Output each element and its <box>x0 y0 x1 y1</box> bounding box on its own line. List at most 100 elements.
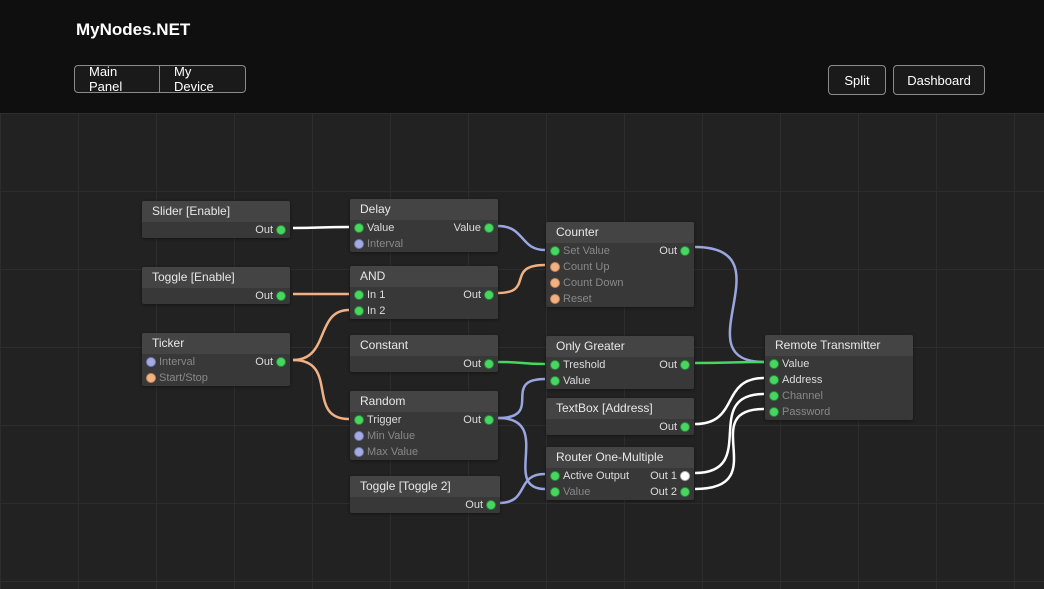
node-only-greater[interactable]: Only Greater Treshold Out Value <box>546 336 694 389</box>
port-label-reset: Reset <box>563 291 592 307</box>
port-label-in1: In 1 <box>367 287 385 303</box>
dashboard-button[interactable]: Dashboard <box>893 65 985 95</box>
port-out[interactable] <box>680 246 690 256</box>
port-label-countdown: Count Down <box>563 275 624 291</box>
port-label-threshold: Treshold <box>563 357 605 373</box>
port-label-out: Out <box>463 287 481 303</box>
port-value-out[interactable] <box>484 223 494 233</box>
tab-my-device[interactable]: My Device <box>160 65 246 93</box>
port-channel[interactable] <box>769 391 779 401</box>
node-counter[interactable]: Counter Set Value Out Count Up Count Dow… <box>546 222 694 307</box>
port-value[interactable] <box>769 359 779 369</box>
port-max[interactable] <box>354 447 364 457</box>
port-value[interactable] <box>550 487 560 497</box>
port-out[interactable] <box>276 225 286 235</box>
node-title: Constant <box>350 335 498 356</box>
port-label-value: Value <box>563 484 590 500</box>
port-label-out: Out <box>463 412 481 428</box>
node-ticker[interactable]: Ticker Interval Out Start/Stop <box>142 333 290 386</box>
node-title: Router One-Multiple <box>546 447 694 468</box>
tab-main-panel[interactable]: Main Panel <box>74 65 160 93</box>
port-label-out: Out <box>465 497 483 513</box>
port-reset[interactable] <box>550 294 560 304</box>
port-label-countup: Count Up <box>563 259 609 275</box>
node-title: Ticker <box>142 333 290 354</box>
port-value[interactable] <box>550 376 560 386</box>
port-label-value: Value <box>782 356 809 372</box>
port-label-setvalue: Set Value <box>563 243 610 259</box>
node-title: Counter <box>546 222 694 243</box>
port-label-in2: In 2 <box>367 303 385 319</box>
port-label-out: Out <box>463 356 481 372</box>
port-out[interactable] <box>484 359 494 369</box>
port-label-interval: Interval <box>367 236 403 252</box>
port-startstop[interactable] <box>146 373 156 383</box>
port-countdown[interactable] <box>550 278 560 288</box>
node-title: Delay <box>350 199 498 220</box>
node-textbox[interactable]: TextBox [Address] Out <box>546 398 694 435</box>
port-in2[interactable] <box>354 306 364 316</box>
port-interval[interactable] <box>146 357 156 367</box>
port-label-out: Out <box>255 222 273 238</box>
node-title: Only Greater <box>546 336 694 357</box>
port-label-out: Out <box>255 288 273 304</box>
port-label-out: Out <box>659 357 677 373</box>
port-out[interactable] <box>680 422 690 432</box>
port-in1[interactable] <box>354 290 364 300</box>
port-address[interactable] <box>769 375 779 385</box>
node-canvas[interactable]: Slider [Enable] Out Toggle [Enable] Out … <box>0 113 1044 589</box>
port-out[interactable] <box>484 290 494 300</box>
port-label-address: Address <box>782 372 822 388</box>
node-title: Random <box>350 391 498 412</box>
node-title: AND <box>350 266 498 287</box>
port-label-value-out: Value <box>454 220 481 236</box>
node-and[interactable]: AND In 1 Out In 2 <box>350 266 498 319</box>
port-min[interactable] <box>354 431 364 441</box>
node-toggle2[interactable]: Toggle [Toggle 2] Out <box>350 476 500 513</box>
port-label-active: Active Output <box>563 468 629 484</box>
port-label-out2: Out 2 <box>650 484 677 500</box>
port-out1[interactable] <box>680 471 690 481</box>
node-random[interactable]: Random Trigger Out Min Value Max Value <box>350 391 498 460</box>
port-label-value: Value <box>563 373 590 389</box>
node-title: Slider [Enable] <box>142 201 290 222</box>
port-out[interactable] <box>484 415 494 425</box>
split-button[interactable]: Split <box>828 65 886 95</box>
port-value-in[interactable] <box>354 223 364 233</box>
node-remote-transmitter[interactable]: Remote Transmitter Value Address Channel… <box>765 335 913 420</box>
node-toggle[interactable]: Toggle [Enable] Out <box>142 267 290 304</box>
port-out[interactable] <box>680 360 690 370</box>
port-label-out: Out <box>659 419 677 435</box>
node-title: Remote Transmitter <box>765 335 913 356</box>
port-password[interactable] <box>769 407 779 417</box>
port-label-out1: Out 1 <box>650 468 677 484</box>
port-out2[interactable] <box>680 487 690 497</box>
port-label-min: Min Value <box>367 428 415 444</box>
port-label-trigger: Trigger <box>367 412 401 428</box>
node-slider[interactable]: Slider [Enable] Out <box>142 201 290 238</box>
node-title: TextBox [Address] <box>546 398 694 419</box>
port-countup[interactable] <box>550 262 560 272</box>
port-out[interactable] <box>276 291 286 301</box>
app-title: MyNodes.NET <box>76 20 190 40</box>
node-title: Toggle [Enable] <box>142 267 290 288</box>
header-bar: MyNodes.NET Main Panel My Device Split D… <box>0 0 1044 113</box>
node-title: Toggle [Toggle 2] <box>350 476 500 497</box>
port-label-startstop: Start/Stop <box>159 370 208 386</box>
port-threshold[interactable] <box>550 360 560 370</box>
node-constant[interactable]: Constant Out <box>350 335 498 372</box>
port-label-value: Value <box>367 220 394 236</box>
port-out[interactable] <box>276 357 286 367</box>
port-trigger[interactable] <box>354 415 364 425</box>
port-label-max: Max Value <box>367 444 418 460</box>
port-label-out: Out <box>255 354 273 370</box>
port-setvalue[interactable] <box>550 246 560 256</box>
port-label-out: Out <box>659 243 677 259</box>
port-out[interactable] <box>486 500 496 510</box>
port-label-password: Password <box>782 404 830 420</box>
port-active[interactable] <box>550 471 560 481</box>
port-interval[interactable] <box>354 239 364 249</box>
node-delay[interactable]: Delay Value Value Interval <box>350 199 498 252</box>
port-label-channel: Channel <box>782 388 823 404</box>
node-router[interactable]: Router One-Multiple Active Output Out 1 … <box>546 447 694 500</box>
